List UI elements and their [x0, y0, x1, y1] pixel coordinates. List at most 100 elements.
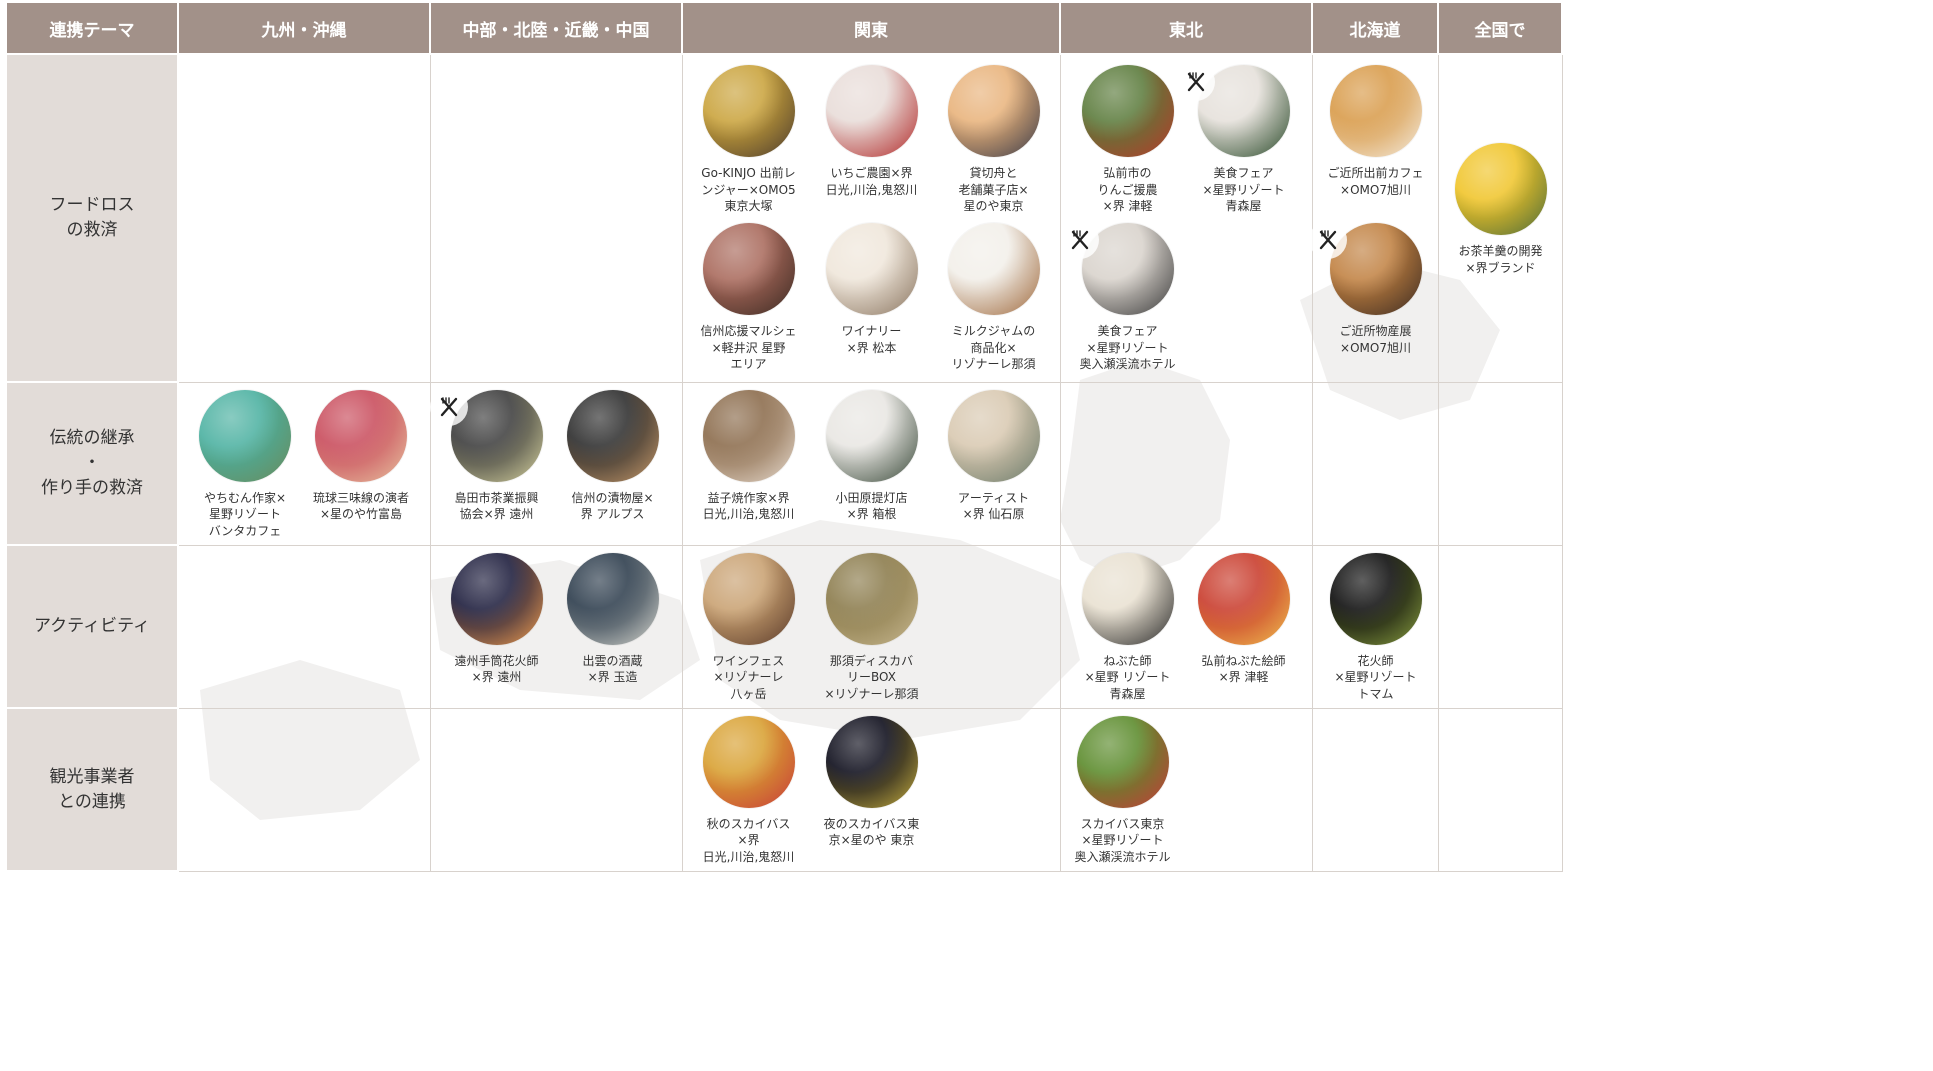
item-food-tohoku-1[interactable]: 弘前市の りんご援農 ×界 津軽 — [1069, 65, 1187, 215]
theme-activity: アクティビティ — [7, 545, 179, 709]
item-food-kanto-5[interactable]: ワイナリー ×界 松本 — [813, 223, 931, 356]
item-caption: 花火師 ×星野リゾート トマム — [1334, 653, 1417, 701]
item-caption: 出雲の酒蔵 ×界 玉造 — [582, 653, 643, 685]
item-caption: ねぶた師 ×星野 リゾート 青森屋 — [1084, 653, 1171, 701]
item-caption: 琉球三味線の演者 ×星のや竹富島 — [312, 490, 409, 522]
cell-act-hokkaido: 花火師 ×星野リゾート トマム — [1312, 545, 1439, 709]
item-photo[interactable] — [825, 65, 918, 157]
item-photo[interactable] — [947, 65, 1040, 157]
item-food-tohoku-2[interactable]: 美食フェア ×星野リゾート 青森屋 — [1176, 63, 1303, 215]
item-caption: 益子焼作家×界 日光,川治,鬼怒川 — [702, 490, 795, 522]
item-caption: 美食フェア ×星野リゾート 奥入瀬渓流ホテル — [1079, 324, 1176, 371]
item-food-hokkaido-1[interactable]: ご近所出前カフェ ×OMO7旭川 — [1317, 65, 1435, 198]
item-photo[interactable] — [315, 389, 407, 482]
item-act-kanto-2[interactable]: 那須ディスカバ リーBOX ×リゾナーレ那須 — [813, 552, 931, 703]
item-photo[interactable] — [947, 389, 1040, 482]
row-tourism: 観光事業者 との連携 秋のスカイバス ×界 日光,川治,鬼怒川 夜のスカイバス東… — [7, 708, 1563, 872]
item-photo[interactable] — [1076, 715, 1169, 808]
cell-trad-chubu: 島田市茶業振興 協会×界 遠州 信州の漬物屋× 界 アルプス — [429, 382, 683, 546]
header-theme: 連携テーマ — [7, 3, 179, 55]
item-trad-kanto-3[interactable]: アーティスト ×界 仙石原 — [935, 389, 1053, 523]
item-caption: Go-KINJO 出前レ ンジャー×OMO5 東京大塚 — [701, 166, 796, 213]
item-photo[interactable] — [825, 223, 918, 315]
row-food-loss: フードロス の救済 Go-KINJO 出前レ ンジャー×OMO5 東京大塚 いち… — [7, 54, 1563, 383]
cell-food-kanto: Go-KINJO 出前レ ンジャー×OMO5 東京大塚 いちご農園×界 日光,川… — [682, 54, 1061, 383]
theme-food-loss: フードロス の救済 — [7, 54, 179, 383]
item-caption: ご近所物産展 ×OMO7旭川 — [1339, 324, 1412, 355]
item-trad-kyushu-1[interactable]: やちむん作家× 星野リゾート バンタカフェ — [186, 389, 304, 540]
item-trad-chubu-2[interactable]: 信州の漬物屋× 界 アルプス — [554, 389, 672, 523]
item-tour-tohoku-1[interactable]: スカイバス東京 ×星野リゾート 奥入瀬渓流ホテル — [1064, 715, 1182, 866]
item-food-kanto-3[interactable]: 貸切舟と 老舗菓子店× 星のや東京 — [935, 65, 1053, 215]
item-act-tohoku-2[interactable]: 弘前ねぷた絵師 ×界 津軽 — [1185, 552, 1303, 686]
item-food-kanto-6[interactable]: ミルクジャムの 商品化× リゾナーレ那須 — [935, 223, 1053, 373]
item-food-kanto-1[interactable]: Go-KINJO 出前レ ンジャー×OMO5 東京大塚 — [690, 65, 808, 215]
item-photo[interactable] — [199, 389, 291, 482]
item-trad-kyushu-2[interactable]: 琉球三味線の演者 ×星のや竹富島 — [302, 389, 420, 523]
item-act-chubu-1[interactable]: 遠州手筒花火師 ×界 遠州 — [438, 552, 556, 686]
item-food-kanto-2[interactable]: いちご農園×界 日光,川治,鬼怒川 — [813, 65, 931, 198]
item-food-kanto-4[interactable]: 信州応援マルシェ ×軽井沢 星野 エリア — [690, 223, 808, 373]
item-photo[interactable] — [702, 552, 795, 645]
item-photo[interactable] — [825, 552, 918, 645]
item-caption: やちむん作家× 星野リゾート バンタカフェ — [203, 490, 287, 538]
cell-food-tohoku: 弘前市の りんご援農 ×界 津軽 美食フェア ×星野リゾート 青森屋 美食フェア… — [1060, 54, 1313, 383]
item-act-chubu-2[interactable]: 出雲の酒蔵 ×界 玉造 — [554, 552, 672, 686]
item-caption: お茶羊羹の開発 ×界ブランド — [1458, 244, 1543, 275]
cell-tour-national — [1438, 708, 1563, 872]
cell-tour-hokkaido — [1312, 708, 1439, 872]
item-food-national-1[interactable]: お茶羊羹の開発 ×界ブランド — [1442, 143, 1560, 276]
item-photo[interactable] — [825, 715, 918, 808]
collaboration-matrix: 連携テーマ 九州・沖縄 中部・北陸・近畿・中国 関東 東北 北海道 全国で フー… — [7, 3, 1563, 872]
item-photo[interactable] — [825, 389, 918, 482]
item-caption: 秋のスカイバス ×界 日光,川治,鬼怒川 — [702, 816, 795, 864]
item-photo[interactable] — [1329, 65, 1422, 157]
cell-food-national: お茶羊羹の開発 ×界ブランド — [1438, 54, 1563, 383]
cell-food-hokkaido: ご近所出前カフェ ×OMO7旭川 ご近所物産展 ×OMO7旭川 — [1308, 54, 1439, 383]
cell-act-kanto: ワインフェス ×リゾナーレ 八ヶ岳 那須ディスカバ リーBOX ×リゾナーレ那須 — [682, 545, 1061, 709]
item-photo[interactable] — [702, 65, 795, 157]
cell-trad-hokkaido — [1312, 382, 1439, 546]
item-photo[interactable] — [450, 552, 543, 645]
item-tour-kanto-2[interactable]: 夜のスカイバス東 京×星のや 東京 — [813, 715, 931, 849]
cell-act-national — [1438, 545, 1563, 709]
item-caption: 美食フェア ×星野リゾート 青森屋 — [1202, 166, 1285, 213]
row-tradition: 伝統の継承 ・ 作り手の救済 やちむん作家× 星野リゾート バンタカフェ 琉球三… — [7, 382, 1563, 546]
theme-tourism: 観光事業者 との連携 — [7, 708, 179, 872]
item-trad-kanto-2[interactable]: 小田原提灯店 ×界 箱根 — [813, 389, 931, 523]
item-photo[interactable] — [702, 389, 795, 482]
cell-act-chubu: 遠州手筒花火師 ×界 遠州 出雲の酒蔵 ×界 玉造 — [430, 545, 683, 709]
item-photo[interactable] — [1081, 552, 1174, 645]
item-photo[interactable] — [1197, 552, 1290, 645]
header-region-hokkaido: 北海道 — [1312, 3, 1439, 55]
item-caption: 小田原提灯店 ×界 箱根 — [835, 490, 908, 522]
item-act-kanto-1[interactable]: ワインフェス ×リゾナーレ 八ヶ岳 — [690, 552, 808, 703]
item-photo[interactable] — [1329, 552, 1422, 645]
item-tour-kanto-1[interactable]: 秋のスカイバス ×界 日光,川治,鬼怒川 — [690, 715, 808, 866]
item-caption: ミルクジャムの 商品化× リゾナーレ那須 — [951, 324, 1036, 371]
cell-tour-kyushu — [178, 708, 431, 872]
item-trad-kanto-1[interactable]: 益子焼作家×界 日光,川治,鬼怒川 — [690, 389, 808, 523]
item-food-hokkaido-2[interactable]: ご近所物産展 ×OMO7旭川 — [1308, 221, 1435, 356]
item-caption: スカイバス東京 ×星野リゾート 奥入瀬渓流ホテル — [1074, 816, 1171, 864]
header-region-national: 全国で — [1438, 3, 1563, 55]
item-caption: 貸切舟と 老舗菓子店× 星のや東京 — [958, 166, 1029, 213]
item-photo[interactable] — [1454, 143, 1547, 235]
item-photo[interactable] — [566, 389, 659, 482]
item-caption: 信州の漬物屋× 界 アルプス — [571, 490, 654, 522]
item-photo[interactable] — [702, 715, 795, 808]
item-photo[interactable] — [702, 223, 795, 315]
item-act-hokkaido-1[interactable]: 花火師 ×星野リゾート トマム — [1317, 552, 1435, 703]
item-photo[interactable] — [947, 223, 1040, 315]
item-food-tohoku-3[interactable]: 美食フェア ×星野リゾート 奥入瀬渓流ホテル — [1060, 221, 1187, 373]
item-photo[interactable] — [566, 552, 659, 645]
item-caption: ワインフェス ×リゾナーレ 八ヶ岳 — [712, 653, 785, 701]
cell-trad-kanto: 益子焼作家×界 日光,川治,鬼怒川 小田原提灯店 ×界 箱根 アーティスト ×界… — [682, 382, 1061, 546]
row-activity: アクティビティ 遠州手筒花火師 ×界 遠州 出雲の酒蔵 ×界 玉造 ワインフェス… — [7, 545, 1563, 709]
theme-tradition: 伝統の継承 ・ 作り手の救済 — [7, 382, 179, 546]
item-photo[interactable] — [1081, 65, 1174, 157]
item-caption: アーティスト ×界 仙石原 — [957, 490, 1030, 522]
header-row: 連携テーマ 九州・沖縄 中部・北陸・近畿・中国 関東 東北 北海道 全国で — [7, 3, 1563, 55]
item-trad-chubu-1[interactable]: 島田市茶業振興 協会×界 遠州 — [429, 387, 556, 523]
item-act-tohoku-1[interactable]: ねぶた師 ×星野 リゾート 青森屋 — [1069, 552, 1187, 703]
